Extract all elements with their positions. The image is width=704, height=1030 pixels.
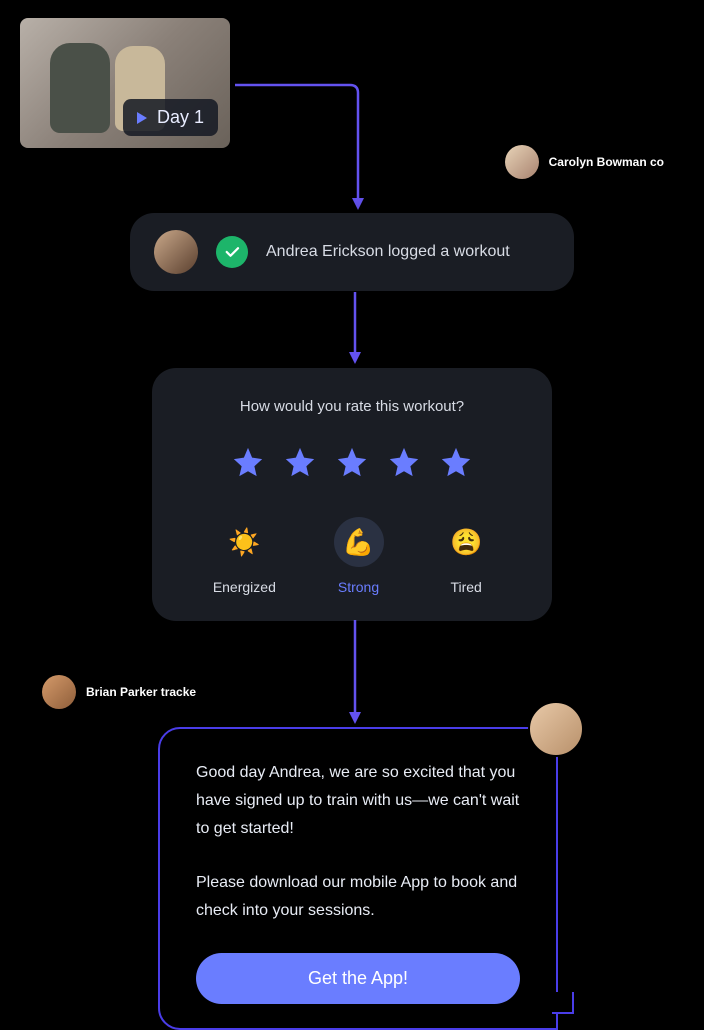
- flow-arrow-1: [230, 60, 430, 215]
- avatar: [154, 230, 198, 274]
- rating-card: How would you rate this workout? ☀️ Ener…: [152, 368, 552, 621]
- day-label: Day 1: [157, 107, 204, 128]
- feeling-label: Energized: [213, 579, 276, 595]
- message-paragraph: Please download our mobile App to book a…: [196, 869, 520, 925]
- speech-bubble-tail: [554, 1010, 574, 1030]
- play-day-button[interactable]: Day 1: [123, 99, 218, 136]
- flow-arrow-2: [340, 292, 370, 368]
- feeling-strong[interactable]: 💪 Strong: [334, 517, 384, 595]
- flex-icon: 💪: [334, 517, 384, 567]
- star-icon[interactable]: [231, 445, 265, 479]
- avatar: [42, 675, 76, 709]
- feeling-label: Strong: [338, 579, 379, 595]
- get-app-button[interactable]: Get the App!: [196, 953, 520, 1004]
- coach-avatar: [528, 701, 584, 757]
- floating-user-carolyn: Carolyn Bowman co: [505, 145, 664, 179]
- feeling-selector: ☀️ Energized 💪 Strong 😩 Tired: [184, 517, 520, 595]
- avatar: [505, 145, 539, 179]
- welcome-message-card: Good day Andrea, we are so excited that …: [158, 727, 558, 1030]
- star-icon[interactable]: [439, 445, 473, 479]
- star-icon[interactable]: [387, 445, 421, 479]
- play-icon: [137, 112, 147, 124]
- star-icon[interactable]: [283, 445, 317, 479]
- star-icon[interactable]: [335, 445, 369, 479]
- floating-user-brian: Brian Parker tracke: [42, 675, 196, 709]
- rating-title: How would you rate this workout?: [184, 398, 520, 415]
- logged-text: Andrea Erickson logged a workout: [266, 243, 510, 261]
- tired-face-icon: 😩: [441, 517, 491, 567]
- star-rating[interactable]: [184, 445, 520, 479]
- workout-video-thumbnail[interactable]: Day 1: [20, 18, 230, 148]
- feeling-label: Tired: [450, 579, 481, 595]
- feeling-tired[interactable]: 😩 Tired: [441, 517, 491, 595]
- feeling-energized[interactable]: ☀️ Energized: [213, 517, 276, 595]
- message-body: Good day Andrea, we are so excited that …: [196, 759, 520, 925]
- message-paragraph: Good day Andrea, we are so excited that …: [196, 759, 520, 843]
- flow-arrow-3: [340, 620, 370, 728]
- user-label: Carolyn Bowman co: [549, 155, 664, 169]
- user-label: Brian Parker tracke: [86, 685, 196, 699]
- sun-icon: ☀️: [219, 517, 269, 567]
- workout-logged-card: Andrea Erickson logged a workout: [130, 213, 574, 291]
- check-icon: [216, 236, 248, 268]
